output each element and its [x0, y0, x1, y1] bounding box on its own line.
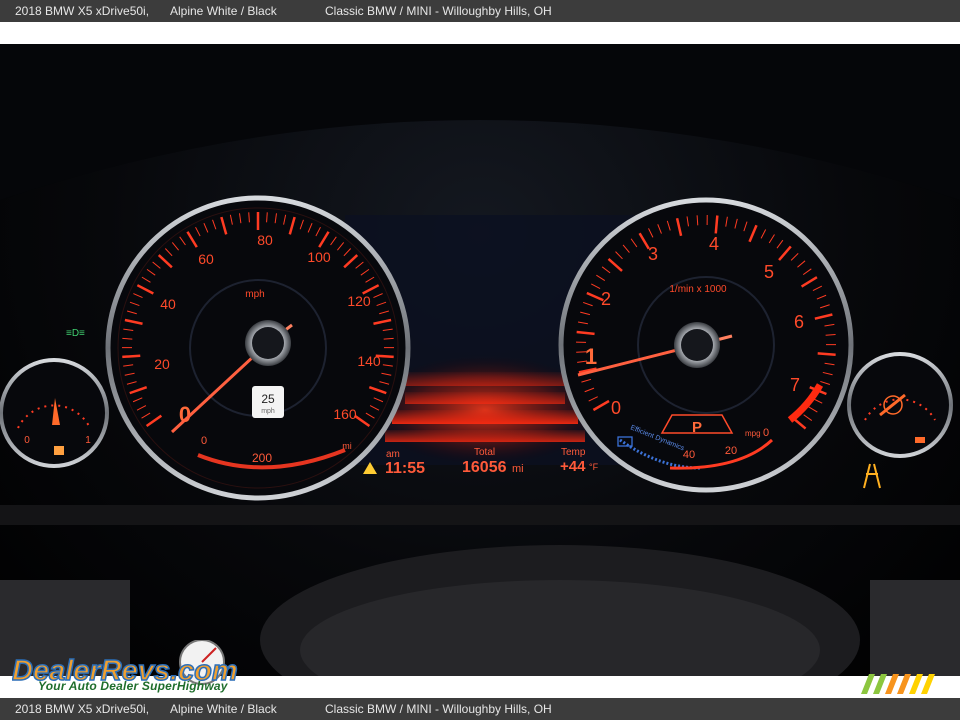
gear-indicator: P: [692, 419, 702, 436]
dial-tick: [714, 215, 719, 234]
temp-value: +44: [560, 458, 586, 475]
rpm-tick-0: 0: [611, 398, 621, 418]
speed-limit-unit: mph: [261, 408, 275, 415]
white-strip: [0, 22, 960, 44]
dial-tick: [122, 354, 141, 359]
dial-tick: [122, 337, 133, 340]
rpm-unit-label: 1/min x 1000: [669, 284, 727, 295]
speed-tick-140: 140: [357, 353, 381, 369]
fuel-empty-label: 0: [24, 435, 30, 446]
trip-info: am 11:55 Total 16056 mi Temp +44 °F: [363, 447, 599, 477]
top-caption-bar: 2018 BMW X5 xDrive50i, Alpine White / Bl…: [0, 0, 960, 22]
dealer-name: Classic BMW / MINI - Willoughby Hills, O…: [325, 4, 552, 18]
oil-temperature-gauge: [847, 352, 953, 458]
dealer-name-bottom: Classic BMW / MINI - Willoughby Hills, O…: [325, 702, 552, 716]
speed-tick-40: 40: [160, 296, 176, 312]
dial-tick: [696, 215, 699, 226]
mpg-tick-0: 0: [763, 427, 769, 439]
speed-tick-80: 80: [257, 232, 273, 248]
range-unit: mi: [342, 441, 352, 451]
speed-unit-label: mph: [245, 289, 264, 300]
clock-value: 11:55: [385, 460, 425, 477]
vehicle-title-bottom: 2018 BMW X5 xDrive50i,: [15, 702, 150, 716]
vehicle-title: 2018 BMW X5 xDrive50i,: [15, 4, 150, 18]
instrument-cluster-photo: am 11:55 Total 16056 mi Temp +44 °F mph …: [0, 44, 960, 676]
time-label: am: [386, 449, 400, 460]
bottom-caption-bar: 2018 BMW X5 xDrive50i, Alpine White / Bl…: [0, 698, 960, 720]
rpm-tick-5: 5: [764, 262, 774, 282]
cluster-svg: am 11:55 Total 16056 mi Temp +44 °F mph …: [0, 44, 960, 676]
rpm-tick-7: 7: [790, 375, 800, 395]
oil-can-icon: [915, 437, 925, 443]
mpg-label: mpg: [745, 429, 761, 438]
rpm-tick-4: 4: [709, 234, 719, 254]
dial-tick: [576, 330, 595, 336]
vehicle-color: Alpine White / Black: [170, 4, 277, 18]
dial-tick: [817, 352, 836, 356]
dial-tick: [266, 212, 268, 223]
tachometer: 1/min x 1000 0 1 2 3 4 5 6 7 P Efficient…: [558, 197, 854, 493]
rpm-tick-1: 1: [585, 344, 597, 369]
dash-trim: [0, 505, 960, 525]
mpg-tick-20: 20: [725, 445, 737, 457]
odometer-label: Total: [474, 447, 495, 458]
lane-departure-icon: [863, 463, 881, 489]
fuel-gauge: 0 1: [0, 358, 109, 468]
rpm-tick-2: 2: [601, 289, 611, 309]
logo-tagline: Your Auto Dealer SuperHighway: [38, 679, 228, 693]
rpm-tick-6: 6: [794, 312, 804, 332]
speed-tick-100: 100: [307, 249, 331, 265]
fuel-pump-icon: [54, 446, 64, 455]
range-max: 200: [252, 451, 272, 465]
dash-hood: [0, 44, 960, 200]
rpm-tick-3: 3: [648, 244, 658, 264]
fuel-full-label: 1: [85, 435, 91, 446]
odometer-value: 16056: [462, 459, 507, 476]
temp-label: Temp: [561, 447, 586, 458]
speed-tick-20: 20: [154, 356, 170, 372]
speed-limit-value: 25: [261, 392, 275, 406]
range-min: 0: [201, 435, 207, 447]
temp-unit: °F: [589, 462, 599, 472]
odometer-unit: mi: [512, 463, 524, 475]
dial-tick: [248, 212, 250, 223]
color-stripes-icon: [861, 674, 935, 694]
speedometer: mph 0 20 40 60 80 100 120 140 160 25 mph…: [105, 195, 411, 501]
headlight-indicator-icon: ≡D≡: [66, 328, 85, 339]
dial-tick: [383, 337, 394, 340]
speed-tick-120: 120: [347, 293, 371, 309]
speed-tick-60: 60: [198, 251, 214, 267]
vehicle-color-bottom: Alpine White / Black: [170, 702, 277, 716]
speed-tick-160: 160: [333, 406, 357, 422]
mpg-tick-40: 40: [683, 449, 695, 461]
